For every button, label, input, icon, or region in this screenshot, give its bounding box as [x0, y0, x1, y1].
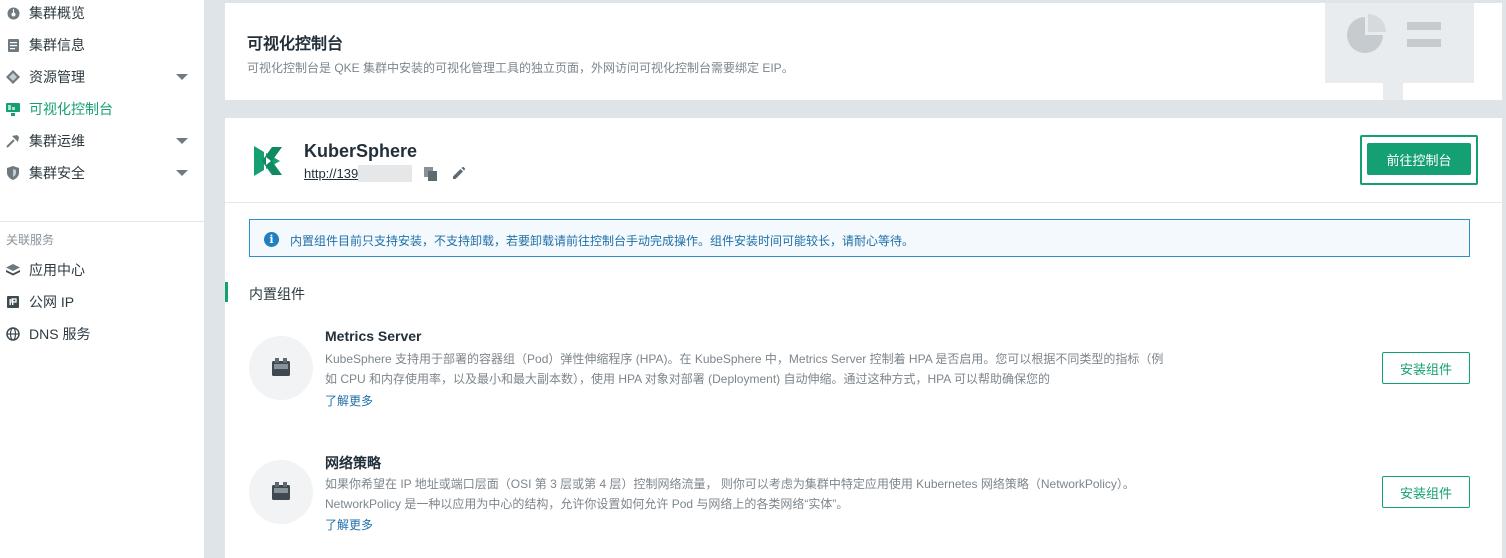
sidebar: 集群概览 集群信息 资源管理 可视化控制台 集群运维 集群安全 关联服务 应用中…	[0, 0, 205, 558]
sidebar-item-label: 集群运维	[29, 133, 85, 149]
dashboard-icon	[6, 6, 20, 20]
info-alert-text: 内置组件目前只支持安装，不支持卸载，若要卸载请前往控制台手动完成操作。组件安装时…	[290, 234, 915, 248]
component-description: 如果你希望在 IP 地址或端口层面（OSI 第 3 层或第 4 层）控制网络流量…	[325, 474, 1165, 514]
sidebar-item-cluster-overview[interactable]: 集群概览	[0, 0, 205, 28]
monitor-icon	[6, 102, 20, 116]
console-card: KuberSphere http://139 前往控制台 i 内置组件目前只支持…	[225, 118, 1502, 558]
sidebar-item-label: 应用中心	[29, 262, 85, 278]
hammer-icon	[6, 134, 20, 148]
component-logo	[249, 460, 313, 524]
banner-illustration-stand	[1383, 83, 1403, 100]
sidebar-item-label: 集群信息	[29, 37, 85, 53]
cube-icon	[272, 482, 290, 500]
section-title: 内置组件	[249, 286, 305, 302]
sidebar-item-cluster-ops[interactable]: 集群运维	[0, 126, 205, 156]
component-network-policy: 网络策略 如果你希望在 IP 地址或端口层面（OSI 第 3 层或第 4 层）控…	[225, 443, 1502, 553]
component-name: 网络策略	[325, 455, 381, 471]
sidebar-item-label: 集群安全	[29, 165, 85, 181]
sidebar-item-label: DNS 服务	[29, 326, 91, 342]
component-description-line: 如 CPU 和内存使用率，以及最小和最大副本数），使用 HPA 对象对部署 (D…	[325, 372, 1050, 386]
chevron-down-icon	[176, 138, 188, 144]
sidebar-item-dns-service[interactable]: DNS 服务	[0, 319, 205, 349]
sidebar-item-label: 公网 IP	[29, 294, 75, 310]
info-icon: i	[264, 232, 279, 247]
component-name: Metrics Server	[325, 328, 422, 344]
sidebar-item-cluster-info[interactable]: 集群信息	[0, 30, 205, 60]
component-logo	[249, 336, 313, 400]
learn-more-link[interactable]: 了解更多	[325, 392, 373, 409]
console-url-box: http://139	[304, 164, 413, 182]
page-description: 可视化控制台是 QKE 集群中安装的可视化管理工具的独立页面，外网访问可视化控制…	[247, 61, 794, 75]
redacted-url-mask	[358, 164, 413, 182]
sidebar-divider	[0, 221, 205, 222]
goto-console-button[interactable]: 前往控制台	[1367, 143, 1471, 175]
edit-icon[interactable]	[451, 166, 466, 181]
component-description-line: 如果你希望在 IP 地址或端口层面（OSI 第 3 层或第 4 层）控制网络流量…	[325, 477, 1135, 491]
cube-icon	[272, 358, 290, 376]
resource-icon	[6, 70, 20, 84]
page-title: 可视化控制台	[247, 36, 344, 53]
sidebar-item-resource-management[interactable]: 资源管理	[0, 62, 205, 92]
globe-icon	[6, 327, 20, 341]
sidebar-item-public-ip[interactable]: 公网 IP	[0, 287, 205, 317]
section-accent-bar	[225, 282, 228, 302]
related-services-heading: 关联服务	[6, 233, 55, 247]
chevron-down-icon	[176, 170, 188, 176]
kubesphere-logo-icon	[250, 144, 284, 178]
shield-icon	[6, 166, 20, 180]
info-doc-icon	[6, 38, 20, 52]
chevron-down-icon	[176, 74, 188, 80]
sidebar-item-label: 资源管理	[29, 69, 85, 85]
install-component-button[interactable]: 安装组件	[1382, 476, 1470, 508]
sidebar-item-visual-console[interactable]: 可视化控制台	[0, 94, 205, 124]
banner-illustration	[1325, 3, 1474, 83]
console-url-link[interactable]: http://139	[304, 166, 358, 181]
sidebar-item-app-center[interactable]: 应用中心	[0, 255, 205, 285]
learn-more-link[interactable]: 了解更多	[325, 516, 373, 533]
component-description-line: KubeSphere 支持用于部署的容器组（Pod）弹性伸缩程序 (HPA)。在…	[325, 352, 1164, 366]
sidebar-item-cluster-security[interactable]: 集群安全	[0, 158, 205, 188]
component-metrics-server: Metrics Server KubeSphere 支持用于部署的容器组（Pod…	[225, 318, 1502, 428]
console-name: KuberSphere	[304, 141, 418, 161]
copy-icon[interactable]	[424, 167, 438, 181]
info-alert: i 内置组件目前只支持安装，不支持卸载，若要卸载请前往控制台手动完成操作。组件安…	[249, 219, 1470, 257]
page-banner: 可视化控制台 可视化控制台是 QKE 集群中安装的可视化管理工具的独立页面，外网…	[225, 3, 1502, 100]
layers-icon	[6, 263, 20, 277]
sidebar-item-label: 集群概览	[29, 5, 85, 21]
install-component-button[interactable]: 安装组件	[1382, 352, 1470, 384]
ip-icon	[6, 295, 20, 309]
goto-console-focus-ring: 前往控制台	[1360, 135, 1478, 185]
component-description: KubeSphere 支持用于部署的容器组（Pod）弹性伸缩程序 (HPA)。在…	[325, 349, 1165, 389]
sidebar-item-label: 可视化控制台	[29, 101, 113, 117]
component-description-line: NetworkPolicy 是一种以应用为中心的结构，允许你设置如何允许 Pod…	[325, 497, 849, 511]
divider	[225, 202, 1502, 203]
